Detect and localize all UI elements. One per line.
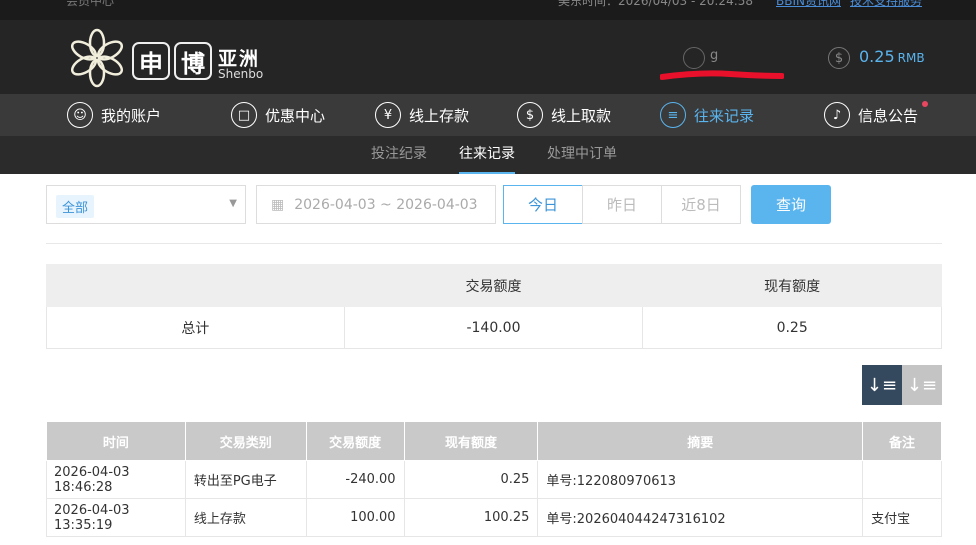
summary-row: 总计 -140.00 0.25 [46,306,942,349]
table-row: 2026-04-03 13:35:19 线上存款 100.00 100.25 单… [46,498,942,537]
records-icon: ≡ [660,102,686,128]
col-time: 时间 [46,421,186,461]
tab-transactions[interactable]: 往来记录 [459,136,515,174]
yesterday-button[interactable]: 昨日 [582,185,662,224]
today-button[interactable]: 今日 [503,185,583,224]
cell-amount: -240.00 [306,460,405,499]
date-range-input[interactable]: ▦ 2026-04-03 ~ 2026-04-03 [256,185,496,224]
main-nav: ☺ 我的账户 □ 优惠中心 ¥ 线上存款 $ 线上取款 ≡ 往来记录 ♪ 信息公… [0,94,976,136]
logo-char-2: 博 [174,42,212,80]
calendar-icon: ▦ [271,196,285,213]
flower-logo-icon[interactable] [66,28,128,88]
chevron-down-icon: ▼ [229,198,237,209]
cell-time: 2026-04-03 18:46:28 [46,460,186,499]
sub-nav: 投注纪录 往来记录 处理中订单 [0,136,976,174]
nav-my-account[interactable]: ☺ 我的账户 [67,94,161,136]
summary-header-balance: 现有额度 [642,264,942,307]
col-amount: 交易额度 [305,421,405,461]
deposit-icon: ¥ [375,102,401,128]
eastern-time: 美东时间：2026/04/03 - 20:24:58 [558,0,754,8]
user-avatar-icon [683,47,705,69]
summary-header-amount: 交易额度 [343,264,644,307]
support-link[interactable]: 技术支持服务 [850,0,922,9]
news-link[interactable]: BBIN资讯网 [776,0,841,9]
username: g [710,48,719,63]
nav-label: 信息公告 [858,106,919,125]
withdraw-icon: $ [517,102,543,128]
cell-amount: 100.00 [306,498,405,537]
dollar-coin-icon: $ [828,47,850,69]
date-range-value: 2026-04-03 ~ 2026-04-03 [294,196,478,213]
top-strip: 会员中心 美东时间：2026/04/03 - 20:24:58 BBIN资讯网 … [0,0,976,20]
cell-type: 线上存款 [185,498,307,537]
records-table: 时间 交易类别 交易额度 现有额度 摘要 备注 2026-04-03 18:46… [46,421,942,537]
col-balance: 现有额度 [403,421,539,461]
summary-total-amount: -140.00 [343,306,644,349]
nav-records[interactable]: ≡ 往来记录 [660,94,754,136]
summary-total-label: 总计 [46,306,345,349]
col-summary: 摘要 [537,421,864,461]
gift-icon: □ [231,102,257,128]
site-header: 申 博 亚洲 Shenbo g $ 0.25 RMB [0,20,976,94]
nav-withdraw[interactable]: $ 线上取款 [517,94,611,136]
nav-announcements[interactable]: ♪ 信息公告 [824,94,929,136]
balance-amount: 0.25 [859,47,895,66]
member-center-link[interactable]: 会员中心 [66,0,114,9]
type-select[interactable]: 全部 ▼ [46,185,246,224]
logo-char-1: 申 [132,42,170,80]
divider [46,243,942,244]
cell-remark: 支付宝 [862,498,942,537]
nav-label: 我的账户 [101,106,162,125]
col-type: 交易类别 [184,421,307,461]
balance-display[interactable]: 0.25 RMB [859,47,925,66]
tab-pending-orders[interactable]: 处理中订单 [547,136,617,174]
user-icon: ☺ [67,102,93,128]
cell-time: 2026-04-03 13:35:19 [46,498,186,537]
summary-header-empty [46,264,345,307]
redaction-mark [660,70,784,80]
nav-label: 线上取款 [551,106,612,125]
cell-type: 转出至PG电子 [185,460,307,499]
selected-type-tag: 全部 [56,195,95,218]
tab-bet-records[interactable]: 投注纪录 [371,136,427,174]
nav-label: 线上存款 [409,106,470,125]
nav-label: 往来记录 [694,106,755,125]
nav-deposit[interactable]: ¥ 线上存款 [375,94,469,136]
last-8-days-button[interactable]: 近8日 [661,185,741,224]
sort-ascending-icon[interactable]: ↓≡ [902,365,942,405]
cell-balance: 0.25 [404,460,539,499]
summary-total-balance: 0.25 [642,306,942,349]
cell-summary: 单号:202604044247316102 [537,498,864,537]
nav-promotions[interactable]: □ 优惠中心 [231,94,325,136]
col-remark: 备注 [862,421,942,461]
bell-icon: ♪ [824,102,850,128]
notification-dot [922,101,929,107]
cell-balance: 100.25 [404,498,539,537]
cell-remark [862,460,942,499]
balance-currency: RMB [897,51,925,65]
cell-summary: 单号:122080970613 [537,460,864,499]
sort-descending-icon[interactable]: ↓≡ [862,365,902,405]
table-row: 2026-04-03 18:46:28 转出至PG电子 -240.00 0.25… [46,460,942,499]
nav-label: 优惠中心 [265,106,326,125]
summary-table: 交易额度 现有额度 总计 -140.00 0.25 [46,264,942,349]
logo-name-en: Shenbo [218,67,264,81]
query-button[interactable]: 查询 [751,185,831,224]
